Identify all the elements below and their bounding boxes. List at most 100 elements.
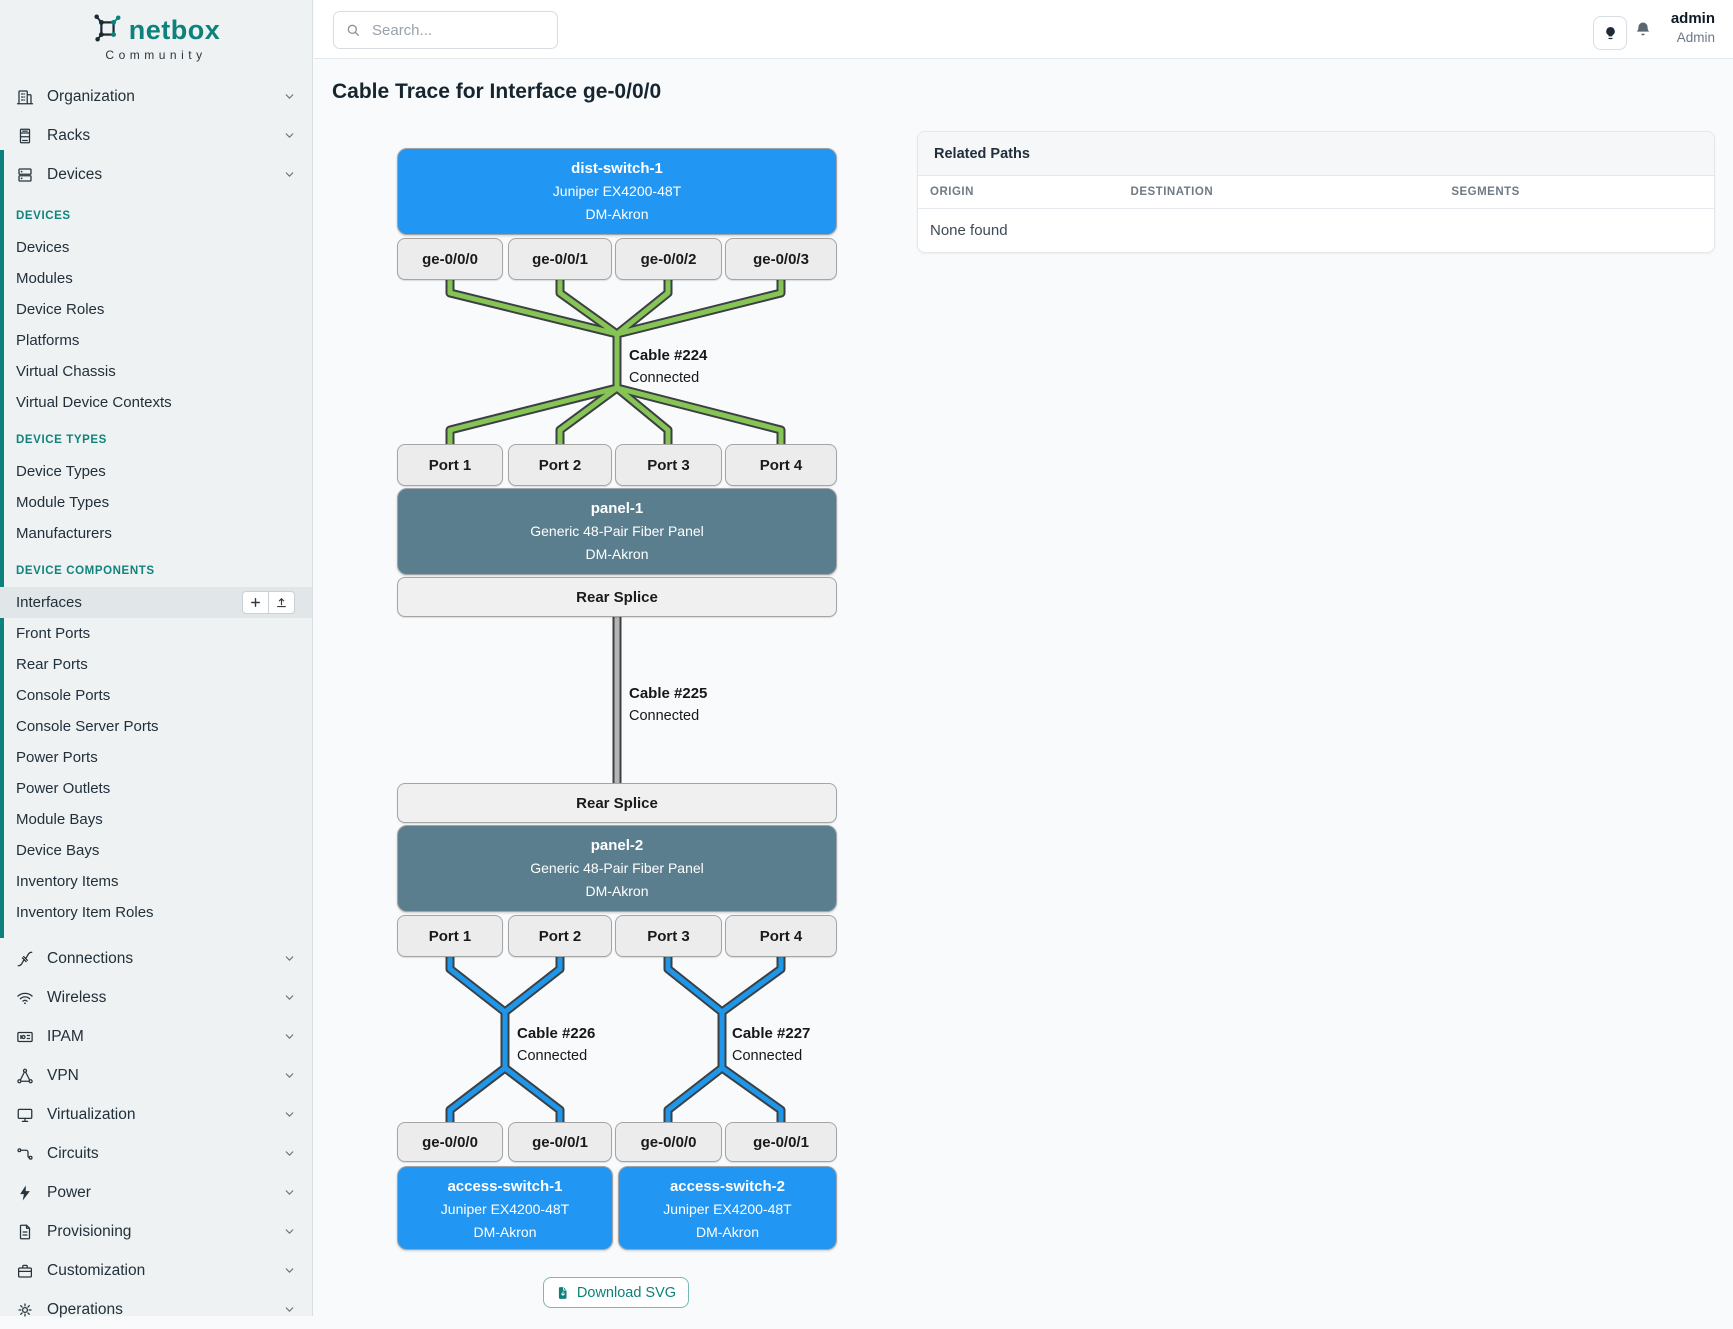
trace-front-port[interactable]: Port 4 — [725, 444, 837, 486]
netbox-logo[interactable]: netbox Community — [0, 0, 312, 64]
search-input[interactable] — [370, 21, 546, 40]
sidebar-item-device-bays[interactable]: Device Bays — [0, 835, 312, 866]
sidebar-group-label: Connections — [47, 950, 270, 968]
sidebar-item-front-ports[interactable]: Front Ports — [0, 618, 312, 649]
trace-node-panel-1[interactable]: panel-1 Generic 48-Pair Fiber Panel DM-A… — [397, 488, 837, 575]
trace-front-port[interactable]: Port 1 — [397, 444, 503, 486]
server-stack-icon — [16, 166, 34, 184]
sidebar-group-operations[interactable]: Operations — [0, 1290, 312, 1329]
sidebar-item-interfaces[interactable]: Interfaces — [0, 587, 312, 618]
add-interface-button[interactable] — [242, 591, 269, 614]
trace-front-port[interactable]: Port 4 — [725, 915, 837, 957]
trace-interface[interactable]: ge-0/0/1 — [725, 1122, 837, 1162]
sidebar-item-power-ports[interactable]: Power Ports — [0, 742, 312, 773]
trace-front-port[interactable]: Port 3 — [615, 444, 722, 486]
device-name: panel-1 — [398, 497, 836, 520]
sidebar-item-power-outlets[interactable]: Power Outlets — [0, 773, 312, 804]
cable-id: Cable #225 — [629, 683, 707, 705]
device-name: access-switch-1 — [398, 1175, 612, 1198]
chevron-down-icon — [283, 1264, 296, 1277]
upload-icon — [275, 596, 288, 609]
cable-status: Connected — [629, 367, 707, 389]
sidebar-group-power[interactable]: Power — [0, 1173, 312, 1212]
trace-front-port[interactable]: Port 3 — [615, 915, 722, 957]
ip-card-icon — [16, 1028, 34, 1046]
sidebar-item-device-roles[interactable]: Device Roles — [0, 294, 312, 325]
trace-front-port[interactable]: Port 2 — [508, 444, 612, 486]
sidebar-item-console-server-ports[interactable]: Console Server Ports — [0, 711, 312, 742]
trace-node-panel-2[interactable]: panel-2 Generic 48-Pair Fiber Panel DM-A… — [397, 825, 837, 912]
sidebar-item-module-bays[interactable]: Module Bays — [0, 804, 312, 835]
sidebar-group-customization[interactable]: Customization — [0, 1251, 312, 1290]
device-site: DM-Akron — [398, 880, 836, 903]
cable-label-227[interactable]: Cable #227 Connected — [732, 1023, 810, 1067]
related-paths-empty-row: None found — [918, 209, 1714, 252]
sidebar-item-module-types[interactable]: Module Types — [0, 487, 312, 518]
trace-interface[interactable]: ge-0/0/3 — [725, 238, 837, 280]
sidebar-group-vpn[interactable]: VPN — [0, 1056, 312, 1095]
cable-label-226[interactable]: Cable #226 Connected — [517, 1023, 595, 1067]
sidebar-item-console-ports[interactable]: Console Ports — [0, 680, 312, 711]
column-segments: SEGMENTS — [1451, 186, 1714, 198]
sidebar-group-wireless[interactable]: Wireless — [0, 978, 312, 1017]
trace-front-port[interactable]: Port 1 — [397, 915, 503, 957]
notifications-button[interactable] — [1631, 19, 1655, 43]
theme-toggle-button[interactable] — [1593, 16, 1627, 50]
sidebar-item-label: Interfaces — [16, 594, 82, 611]
network-nodes-icon — [16, 1067, 34, 1085]
sidebar-group-racks[interactable]: Racks — [0, 116, 312, 155]
brand-wordmark: netbox — [129, 15, 221, 46]
sidebar-group-connections[interactable]: Connections — [0, 939, 312, 978]
interfaces-quick-actions — [242, 591, 295, 614]
user-role: Admin — [1671, 29, 1715, 46]
cable-id: Cable #226 — [517, 1023, 595, 1045]
trace-interface[interactable]: ge-0/0/0 — [397, 1122, 503, 1162]
download-svg-button[interactable]: Download SVG — [543, 1277, 689, 1308]
sidebar-group-provisioning[interactable]: Provisioning — [0, 1212, 312, 1251]
sidebar-item-manufacturers[interactable]: Manufacturers — [0, 518, 312, 549]
sidebar-group-label: VPN — [47, 1067, 270, 1085]
sidebar-group-circuits[interactable]: Circuits — [0, 1134, 312, 1173]
sidebar-item-virtual-chassis[interactable]: Virtual Chassis — [0, 356, 312, 387]
device-name: panel-2 — [398, 834, 836, 857]
trace-node-dist-switch[interactable]: dist-switch-1 Juniper EX4200-48T DM-Akro… — [397, 148, 837, 235]
sidebar-group-organization[interactable]: Organization — [0, 77, 312, 116]
sidebar-item-inventory-items[interactable]: Inventory Items — [0, 866, 312, 897]
trace-front-port[interactable]: Port 2 — [508, 915, 612, 957]
trace-interface[interactable]: ge-0/0/0 — [397, 238, 503, 280]
trace-rear-port[interactable]: Rear Splice — [397, 577, 837, 617]
trace-rear-port[interactable]: Rear Splice — [397, 783, 837, 823]
user-menu[interactable]: admin Admin — [1671, 9, 1715, 46]
sidebar-item-platforms[interactable]: Platforms — [0, 325, 312, 356]
sidebar-group-devices[interactable]: Devices — [0, 155, 312, 194]
sidebar-item-devices[interactable]: Devices — [0, 232, 312, 263]
cable-status: Connected — [629, 705, 707, 727]
sidebar-item-virtual-device-contexts[interactable]: Virtual Device Contexts — [0, 387, 312, 418]
trace-interface[interactable]: ge-0/0/1 — [508, 238, 612, 280]
trace-node-access-switch-1[interactable]: access-switch-1 Juniper EX4200-48T DM-Ak… — [397, 1166, 613, 1250]
trace-interface[interactable]: ge-0/0/2 — [615, 238, 722, 280]
device-name: access-switch-2 — [619, 1175, 836, 1198]
cable-label-225[interactable]: Cable #225 Connected — [629, 683, 707, 727]
page-title: Cable Trace for Interface ge-0/0/0 — [332, 80, 661, 104]
sidebar-group-ipam[interactable]: IPAM — [0, 1017, 312, 1056]
device-model: Juniper EX4200-48T — [619, 1198, 836, 1221]
trace-node-access-switch-2[interactable]: access-switch-2 Juniper EX4200-48T DM-Ak… — [618, 1166, 837, 1250]
trace-interface[interactable]: ge-0/0/1 — [508, 1122, 612, 1162]
import-interfaces-button[interactable] — [268, 591, 295, 614]
sidebar-group-virtualization[interactable]: Virtualization — [0, 1095, 312, 1134]
chevron-down-icon — [283, 90, 296, 103]
trace-interface[interactable]: ge-0/0/0 — [615, 1122, 722, 1162]
related-paths-title: Related Paths — [918, 132, 1714, 176]
cable-icon — [16, 950, 34, 968]
sidebar-section-header-devices: DEVICES — [16, 210, 296, 226]
cable-label-224[interactable]: Cable #224 Connected — [629, 345, 707, 389]
sidebar-item-device-types[interactable]: Device Types — [0, 456, 312, 487]
sidebar-item-inventory-item-roles[interactable]: Inventory Item Roles — [0, 897, 312, 928]
device-model: Juniper EX4200-48T — [398, 1198, 612, 1221]
sidebar-item-rear-ports[interactable]: Rear Ports — [0, 649, 312, 680]
global-search — [333, 11, 558, 49]
sidebar-section-header-device-types: DEVICE TYPES — [16, 434, 296, 450]
sidebar-item-modules[interactable]: Modules — [0, 263, 312, 294]
sidebar-group-label: Racks — [47, 127, 270, 145]
